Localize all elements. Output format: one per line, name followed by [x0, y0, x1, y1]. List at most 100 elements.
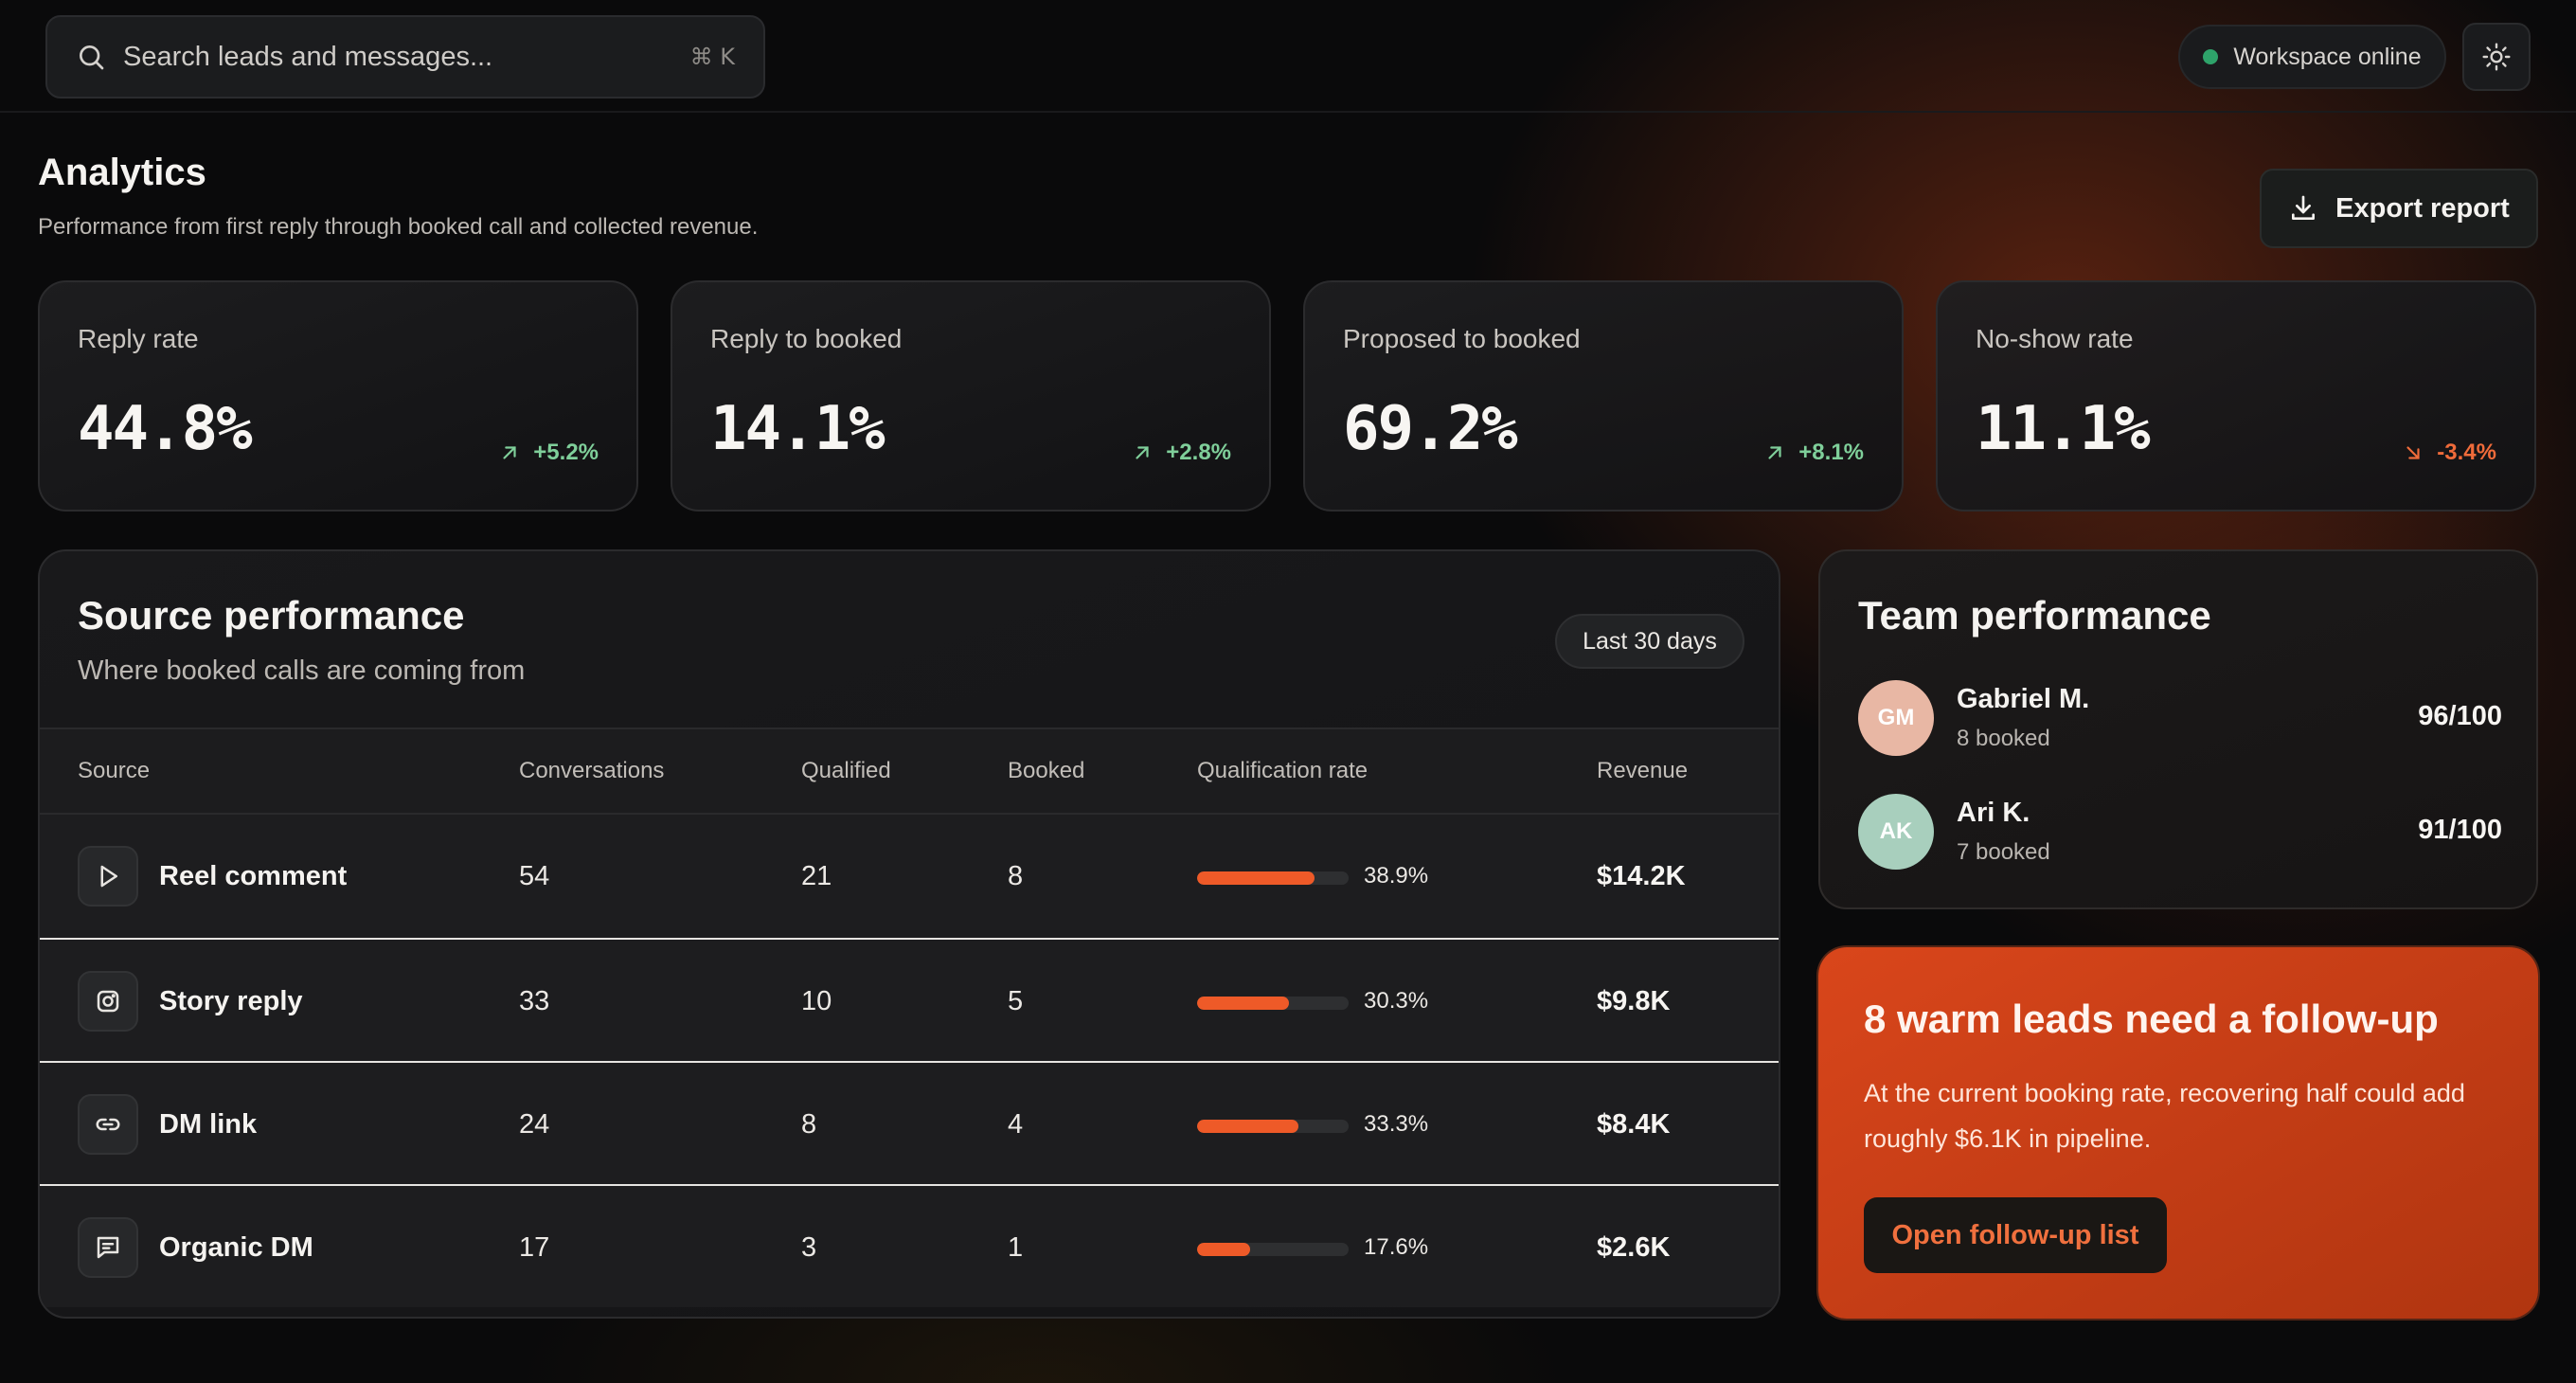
column-header-source: Source	[78, 758, 151, 783]
kpi-card-no-show-rate: No-show rate 11.1% -3.4%	[1936, 280, 2536, 512]
revenue-value: $8.4K	[1597, 1108, 1671, 1140]
source-icon-box	[78, 1094, 138, 1155]
page-subtitle: Performance from first reply through boo…	[38, 214, 759, 240]
source-icon-box	[78, 971, 138, 1032]
booked-value: 8	[1008, 860, 1024, 891]
kpi-label: Reply to booked	[710, 324, 903, 353]
date-range-button[interactable]: Last 30 days	[1555, 614, 1744, 669]
online-dot-icon	[2203, 49, 2219, 64]
booked-value: 4	[1008, 1108, 1024, 1140]
avatar: AK	[1858, 794, 1934, 870]
workspace-status-label: Workspace online	[2233, 43, 2422, 70]
download-icon	[2292, 195, 2316, 220]
qualified-value: 3	[801, 1231, 817, 1263]
follow-up-alert-card: 8 warm leads need a follow-up At the cur…	[1818, 947, 2538, 1319]
revenue-value: $14.2K	[1597, 860, 1686, 891]
member-booked: 8 booked	[1957, 726, 2050, 751]
revenue-value: $9.8K	[1597, 985, 1671, 1016]
qualification-rate-fill	[1197, 1243, 1251, 1256]
source-performance-title: Source performance	[78, 593, 465, 638]
source-performance-panel: Source performance Where booked calls ar…	[38, 549, 1780, 1319]
alert-body: At the current booking rate, recovering …	[1864, 1079, 2465, 1153]
kpi-value: 69.2%	[1343, 394, 1518, 464]
team-performance-panel: Team performance GM Gabriel M. 8 booked …	[1818, 549, 2538, 909]
kpi-value: 14.1%	[710, 394, 886, 464]
source-icon-box	[78, 846, 138, 907]
arrow-up-right-icon	[1136, 446, 1149, 459]
kpi-card-proposed-to-booked: Proposed to booked 69.2% +8.1%	[1303, 280, 1904, 512]
arrow-up-right-icon	[503, 446, 516, 459]
kpi-delta: +5.2%	[499, 440, 599, 466]
qualification-rate-fill	[1197, 1120, 1298, 1133]
open-follow-up-list-button[interactable]: Open follow-up list	[1864, 1197, 2167, 1273]
kpi-delta-value: -3.4%	[2437, 440, 2496, 465]
revenue-value: $2.6K	[1597, 1231, 1671, 1263]
export-report-button[interactable]: Export report	[2260, 169, 2538, 248]
arrow-up-right-icon	[1768, 446, 1781, 459]
column-header-revenue: Revenue	[1597, 758, 1689, 783]
member-booked: 7 booked	[1957, 839, 2050, 865]
table-row[interactable]: Story reply 33 10 5 30.3% $9.8K	[40, 938, 1779, 1061]
booked-value: 1	[1008, 1231, 1024, 1263]
kpi-delta-value: +2.8%	[1166, 440, 1231, 465]
member-score: 91/100	[2418, 815, 2502, 845]
qualification-rate-value: 17.6%	[1364, 1234, 1429, 1260]
search-icon	[80, 45, 104, 70]
search-input[interactable]	[123, 41, 690, 73]
conversations-value: 33	[519, 985, 550, 1016]
table-header: Source Conversations Qualified Booked Qu…	[40, 727, 1779, 815]
qualification-rate-value: 30.3%	[1364, 988, 1429, 1014]
search-box[interactable]: ⌘ K	[45, 15, 765, 99]
qualification-rate-bar	[1197, 1243, 1349, 1256]
qualification-rate-fill	[1197, 871, 1315, 885]
team-performance-title: Team performance	[1858, 593, 2211, 638]
export-report-label: Export report	[2335, 192, 2510, 224]
conversations-value: 54	[519, 860, 550, 891]
qualified-value: 21	[801, 860, 832, 891]
alert-title: 8 warm leads need a follow-up	[1864, 997, 2439, 1041]
team-member-row[interactable]: AK Ari K. 7 booked 91/100	[1858, 794, 2502, 873]
column-header-qualified: Qualified	[801, 758, 891, 783]
conversations-value: 24	[519, 1108, 550, 1140]
avatar: GM	[1858, 680, 1934, 756]
message-icon	[97, 1236, 119, 1259]
kpi-label: Reply rate	[78, 324, 199, 353]
source-name: Organic DM	[159, 1231, 313, 1263]
qualification-rate-value: 33.3%	[1364, 1111, 1429, 1137]
member-name: Gabriel M.	[1957, 684, 2090, 714]
kpi-label: No-show rate	[1976, 324, 2134, 353]
source-name: DM link	[159, 1108, 258, 1140]
column-header-booked: Booked	[1008, 758, 1085, 783]
conversations-value: 17	[519, 1231, 550, 1263]
top-bar: ⌘ K Workspace online	[0, 0, 2576, 113]
member-score: 96/100	[2418, 701, 2502, 731]
arrow-down-right-icon	[2406, 446, 2420, 459]
qualified-value: 10	[801, 985, 832, 1016]
kpi-value: 11.1%	[1976, 394, 2151, 464]
qualification-rate-value: 38.9%	[1364, 863, 1429, 889]
booked-value: 5	[1008, 985, 1024, 1016]
play-icon	[100, 865, 117, 888]
table-row[interactable]: Reel comment 54 21 8 38.9% $14.2K	[40, 815, 1779, 938]
kpi-delta-value: +8.1%	[1798, 440, 1864, 465]
kpi-label: Proposed to booked	[1343, 324, 1581, 353]
source-name: Story reply	[159, 985, 303, 1016]
qualification-rate-bar	[1197, 997, 1349, 1010]
page-title: Analytics	[38, 152, 206, 193]
team-member-row[interactable]: GM Gabriel M. 8 booked 96/100	[1858, 680, 2502, 760]
workspace-status-badge: Workspace online	[2178, 25, 2446, 89]
column-header-qualification-rate: Qualification rate	[1197, 758, 1368, 783]
kpi-card-reply-to-booked: Reply to booked 14.1% +2.8%	[671, 280, 1271, 512]
kpi-delta-value: +5.2%	[533, 440, 599, 465]
kpi-card-reply-rate: Reply rate 44.8% +5.2%	[38, 280, 638, 512]
instagram-icon	[97, 990, 119, 1013]
theme-toggle-button[interactable]	[2462, 23, 2531, 91]
table-row[interactable]: Organic DM 17 3 1 17.6% $2.6K	[40, 1184, 1779, 1307]
kpi-delta: +8.1%	[1764, 440, 1864, 466]
search-shortcut: ⌘ K	[689, 44, 735, 70]
source-performance-subtitle: Where booked calls are coming from	[78, 656, 526, 686]
kpi-delta: +2.8%	[1132, 440, 1231, 466]
table-row[interactable]: DM link 24 8 4 33.3% $8.4K	[40, 1061, 1779, 1184]
member-name: Ari K.	[1957, 798, 2030, 828]
sun-icon	[2482, 43, 2511, 71]
